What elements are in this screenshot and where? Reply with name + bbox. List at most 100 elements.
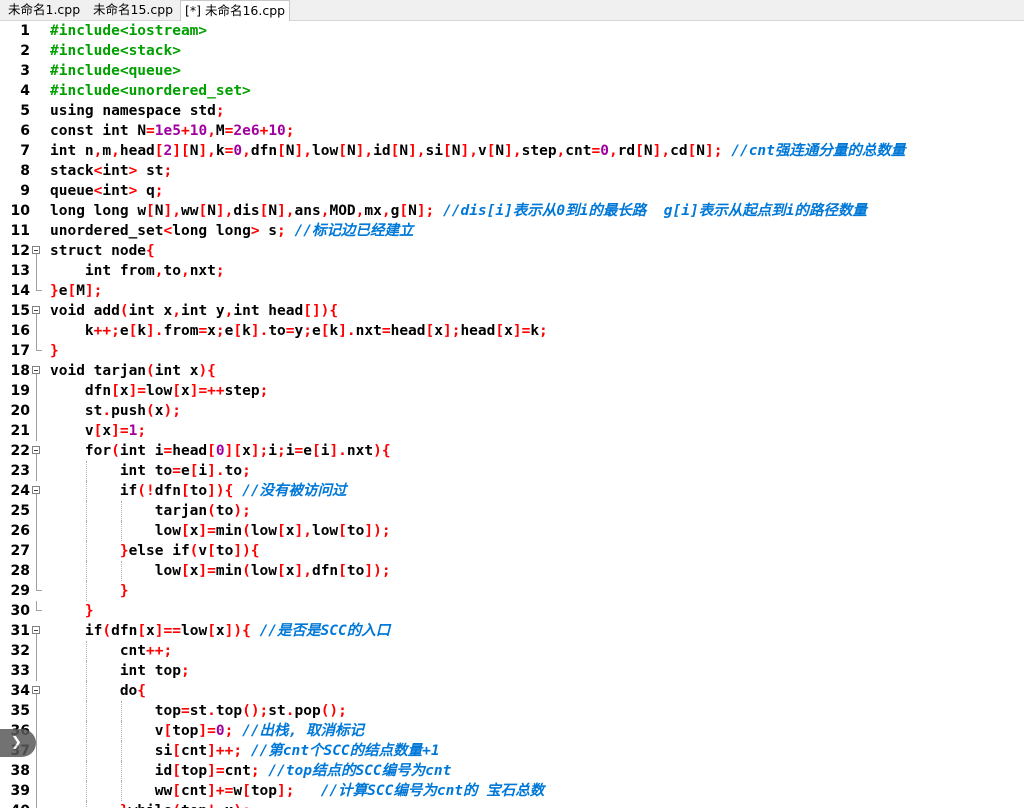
fold-marker[interactable] (31, 481, 44, 501)
token-sy: [ (207, 443, 216, 459)
code-line[interactable]: 29} (0, 581, 1024, 601)
code-line[interactable]: 5 using namespace std; (0, 101, 1024, 121)
code-line[interactable]: 9 queue<int> q; (0, 181, 1024, 201)
code-line[interactable]: 8 stack<int> st; (0, 161, 1024, 181)
code-line[interactable]: 25 tarjan(to); (0, 501, 1024, 521)
token-sy: = (163, 443, 173, 459)
code-line[interactable]: 15 void add(int x,int y,int head[]){ (0, 301, 1024, 321)
token-id: k (137, 323, 147, 339)
token-sy: ; (277, 443, 286, 459)
code-text: #include<iostream> (50, 21, 207, 41)
code-line[interactable]: 32 cnt++; (0, 641, 1024, 661)
code-line[interactable]: 10 long long w[N],ww[N],dis[N],ans,MOD,mx… (0, 201, 1024, 221)
token-sy: ], (504, 143, 522, 159)
line-number: 23 (10, 463, 30, 479)
code-text: queue<int> q; (50, 181, 164, 201)
token-id: head (460, 323, 496, 339)
code-line[interactable]: 12 struct node{ (0, 241, 1024, 261)
code-line[interactable]: 33 int top; (0, 661, 1024, 681)
code-line[interactable]: 39 ww[cnt]+=w[top]; //计算SCC编号为cnt的 宝石总数 (0, 781, 1024, 801)
code-line[interactable]: 37si[cnt]++; //第cnt个SCC的结点数量+1 (0, 741, 1024, 761)
code-line[interactable]: 21 v[x]=1; (0, 421, 1024, 441)
fold-marker[interactable] (31, 301, 44, 321)
code-line[interactable]: 2 #include<stack> (0, 41, 1024, 61)
code-text: if(dfn[x]==low[x]){ //是否是SCC的入口 (85, 621, 390, 641)
code-text: long long w[N],ww[N],dis[N],ans,MOD,mx,g… (50, 201, 867, 221)
token-id: top (180, 763, 208, 779)
code-line[interactable]: 40}while(top!=x); (0, 801, 1024, 808)
fold-marker (31, 221, 44, 241)
code-line[interactable]: 31 if(dfn[x]==low[x]){ //是否是SCC的入口 (0, 621, 1024, 641)
collapse-icon[interactable] (32, 686, 40, 694)
code-line[interactable]: 19 dfn[x]=low[x]=++step; (0, 381, 1024, 401)
token-id: M (215, 123, 225, 139)
token-nu: 0 (215, 723, 225, 739)
token-sy: , (608, 143, 618, 159)
tab-file-2[interactable]: 未命名15.cpp (89, 0, 177, 20)
token-id: to (189, 483, 208, 499)
code-line[interactable]: 26 low[x]=min(low[x],low[to]); (0, 521, 1024, 541)
code-line[interactable]: 1 #include<iostream> (0, 21, 1024, 41)
code-text: }e[M]; (50, 281, 102, 301)
token-sy: ]; (416, 203, 444, 219)
code-line[interactable]: 38 id[top]=cnt; //top结点的SCC编号为cnt (0, 761, 1024, 781)
code-line[interactable]: 22 for(int i=head[0][x];i;i=e[i].nxt){ (0, 441, 1024, 461)
token-sy: > (128, 183, 147, 199)
fold-marker (31, 41, 44, 61)
token-id: to (268, 323, 286, 339)
token-sy: [ (399, 203, 409, 219)
collapse-icon[interactable] (32, 446, 40, 454)
code-line[interactable]: 3 #include<queue> (0, 61, 1024, 81)
collapse-icon[interactable] (32, 626, 40, 634)
code-line[interactable]: 24 if(!dfn[to]){ //没有被访问过 (0, 481, 1024, 501)
token-id: low (180, 623, 208, 639)
fold-marker[interactable] (31, 361, 44, 381)
token-sy: [ (311, 443, 321, 459)
token-cm: //没有被访问过 (242, 483, 347, 499)
code-line[interactable]: 23 int to=e[i].to; (0, 461, 1024, 481)
token-sy: ; (285, 123, 295, 139)
token-id: low (154, 523, 181, 539)
fold-marker[interactable] (31, 441, 44, 461)
collapse-icon[interactable] (32, 306, 40, 314)
token-id: e (311, 323, 321, 339)
code-line[interactable]: 17} (0, 341, 1024, 361)
token-kw: int (233, 303, 269, 319)
token-id: x (285, 563, 295, 579)
fold-marker[interactable] (31, 241, 44, 261)
code-line[interactable]: 7 int n,m,head[2][N],k=0,dfn[N],low[N],id… (0, 141, 1024, 161)
tab-file-3[interactable]: [*] 未命名16.cpp (180, 0, 291, 21)
code-line[interactable]: 35 top=st.top();st.pop(); (0, 701, 1024, 721)
fold-marker[interactable] (31, 681, 44, 701)
code-line[interactable]: 16 k++;e[k].from=x;e[k].to=y;e[k].nxt=hea… (0, 321, 1024, 341)
code-line[interactable]: 34 do{ (0, 681, 1024, 701)
token-id: top (154, 703, 181, 719)
fold-marker (31, 21, 44, 41)
side-panel-toggle[interactable]: ❯ (0, 729, 36, 757)
fold-marker (31, 401, 44, 421)
collapse-icon[interactable] (32, 366, 40, 374)
code-line[interactable]: 14}e[M]; (0, 281, 1024, 301)
code-line[interactable]: 20 st.push(x); (0, 401, 1024, 421)
code-editor[interactable]: 1 #include<iostream> 2 #include<stack> 3 #inc… (0, 21, 1024, 808)
code-line[interactable]: 36v[top]=0; //出栈, 取消标记 (0, 721, 1024, 741)
collapse-icon[interactable] (32, 246, 40, 254)
code-line[interactable]: 6 const int N=1e5+10,M=2e6+10; (0, 121, 1024, 141)
token-id: si (425, 143, 444, 159)
token-sy: = (198, 323, 208, 339)
fold-marker[interactable] (31, 621, 44, 641)
code-line[interactable]: 11 unordered_set<long long> s; //标记边已经建立 (0, 221, 1024, 241)
code-line[interactable]: 4 #include<unordered_set> (0, 81, 1024, 101)
code-line[interactable]: 13 int from,to,nxt; (0, 261, 1024, 281)
line-number: 22 (10, 443, 30, 459)
code-line[interactable]: 27}else if(v[to]){ (0, 541, 1024, 561)
code-line[interactable]: 30} (0, 601, 1024, 621)
token-kw: struct (50, 243, 112, 259)
code-line[interactable]: 18 void tarjan(int x){ (0, 361, 1024, 381)
token-id: to (346, 523, 365, 539)
collapse-icon[interactable] (32, 486, 40, 494)
fold-marker (31, 121, 44, 141)
code-line[interactable]: 28 low[x]=min(low[x],dfn[to]); (0, 561, 1024, 581)
token-id: m (102, 143, 112, 159)
tab-file-1[interactable]: 未命名1.cpp (4, 0, 84, 20)
